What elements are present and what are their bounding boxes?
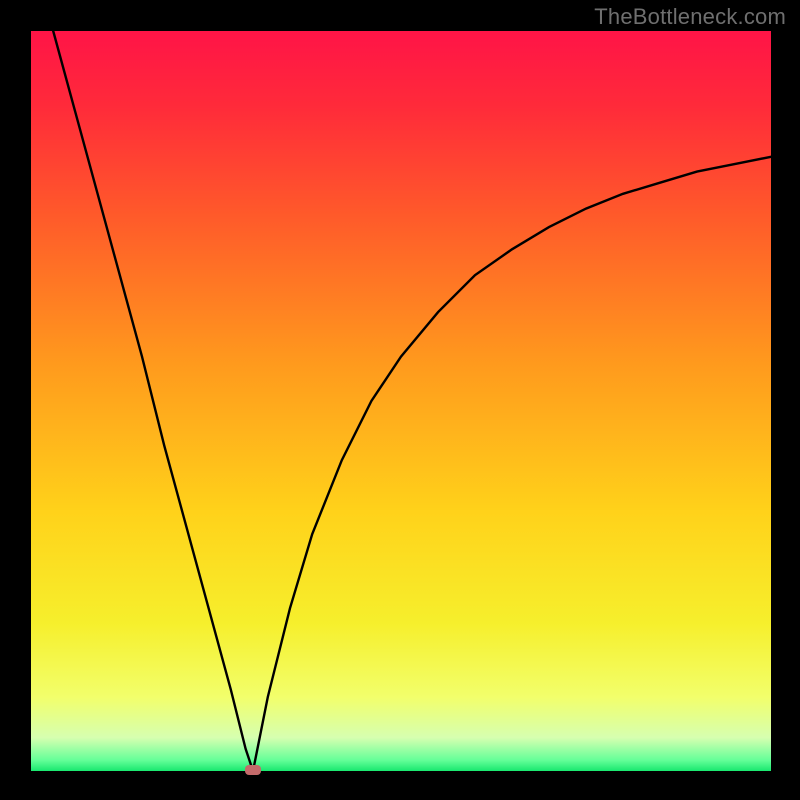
minimum-marker	[245, 765, 261, 775]
bottleneck-curve-chart	[0, 0, 800, 800]
chart-frame: TheBottleneck.com	[0, 0, 800, 800]
plot-background	[31, 31, 771, 771]
